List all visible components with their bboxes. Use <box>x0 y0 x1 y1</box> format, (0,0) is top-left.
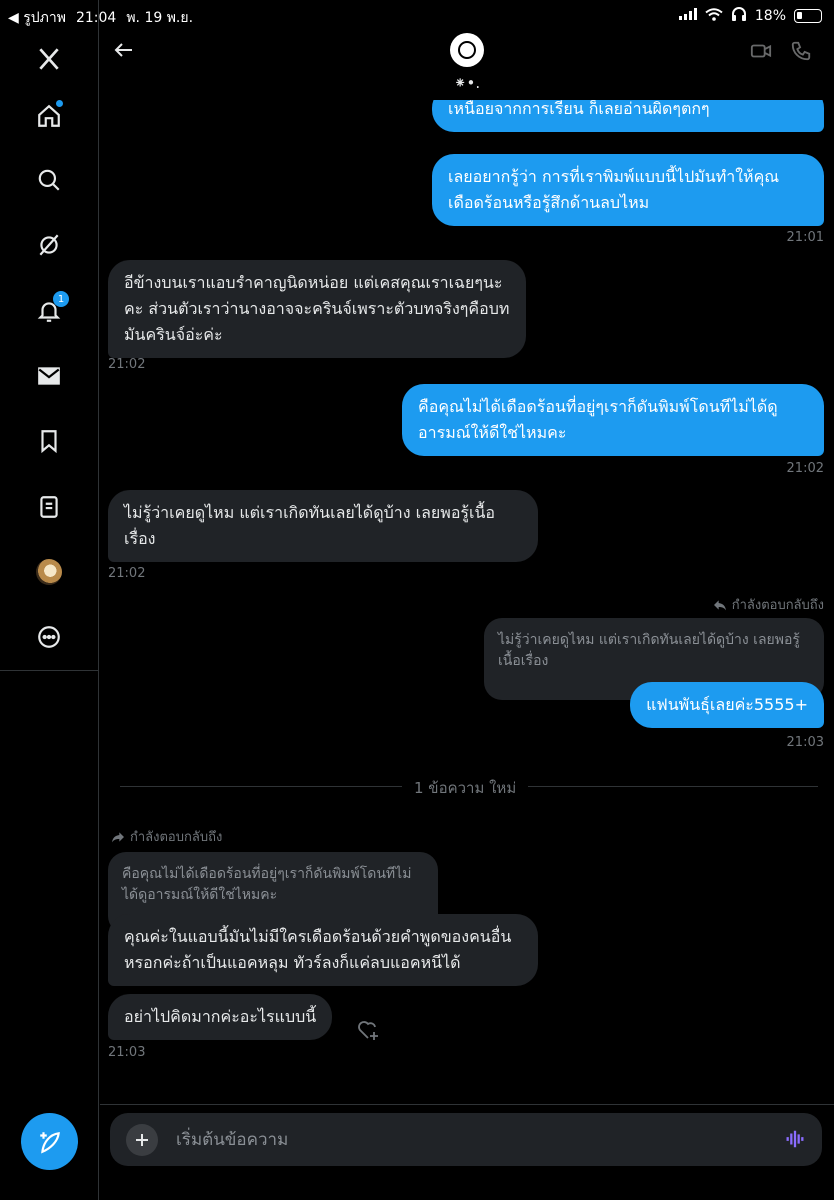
reply-indicator-text: กำลังตอบกลับถึง <box>731 598 824 613</box>
reply-arrow-icon <box>112 831 124 842</box>
sidebar-item-grok[interactable] <box>33 229 65 261</box>
reply-indicator: กำลังตอบกลับถึง <box>110 826 222 847</box>
sidebar-item-search[interactable] <box>33 164 65 196</box>
x-logo-icon[interactable] <box>33 43 65 75</box>
message-bubble-received[interactable]: อย่าไปคิดมากค่ะอะไรแบบนี้ <box>108 994 333 1040</box>
message-composer <box>110 1113 822 1166</box>
message-text: คือคุณไม่ได้เดือดร้อนที่อยู่ๆเราก็ดันพิม… <box>418 397 778 442</box>
composer-divider <box>100 1104 834 1105</box>
quoted-message-text: คือคุณไม่ได้เดือดร้อนที่อยู่ๆเราก็ดันพิม… <box>122 866 412 903</box>
message-timestamp: 21:02 <box>786 461 824 476</box>
message-text: เหนื่อยจากการเรียน ก็เลยอ่านผิดๆตกๆ <box>448 100 710 118</box>
heart-plus-icon <box>358 1021 378 1040</box>
reply-indicator: กำลังตอบกลับถึง <box>712 594 824 615</box>
message-bubble-received[interactable]: คุณค่ะในแอบนี้มันไม่มีใครเดือดร้อนด้วยคำ… <box>108 914 538 986</box>
add-media-button[interactable] <box>126 1124 158 1156</box>
arrow-left-icon <box>114 43 132 57</box>
message-bubble-sent[interactable]: คือคุณไม่ได้เดือดร้อนที่อยู่ๆเราก็ดันพิม… <box>402 384 824 456</box>
sidebar-item-lists[interactable] <box>33 491 65 523</box>
sidebar-item-bookmarks[interactable] <box>33 425 65 457</box>
video-camera-icon <box>750 44 772 58</box>
sidebar-item-more[interactable] <box>33 621 65 653</box>
wifi-icon <box>705 7 723 25</box>
notifications-badge: 1 <box>53 291 69 307</box>
conversation-avatar[interactable] <box>450 33 484 67</box>
grok-icon <box>39 234 59 256</box>
sidebar-divider <box>0 670 99 671</box>
reply-arrow-icon <box>713 599 726 610</box>
message-bubble-received[interactable]: อีข้างบนเราแอบรำคาญนิดหน่อย แต่เคสคุณเรา… <box>108 260 526 358</box>
reply-indicator-text: กำลังตอบกลับถึง <box>130 830 223 845</box>
compose-post-button[interactable] <box>21 1113 78 1170</box>
message-bubble-sent[interactable]: เหนื่อยจากการเรียน ก็เลยอ่านผิดๆตกๆ <box>432 100 824 132</box>
bookmark-icon <box>41 430 57 454</box>
plus-icon <box>136 1134 148 1146</box>
message-timestamp: 21:02 <box>108 566 146 581</box>
new-messages-divider-line <box>528 786 818 787</box>
sidebar-item-notifications[interactable]: 1 <box>33 291 69 327</box>
status-date: พ. 19 พ.ย. <box>126 10 194 26</box>
mail-icon <box>38 367 60 385</box>
new-messages-divider-line <box>120 786 402 787</box>
voice-message-button[interactable] <box>784 1128 806 1150</box>
video-call-button[interactable] <box>750 40 772 62</box>
battery-percent: 18% <box>754 8 786 24</box>
message-timestamp: 21:03 <box>786 735 824 750</box>
message-bubble-received[interactable]: ไม่รู้ว่าเคยดูไหม แต่เราเกิดทันเลยได้ดูบ… <box>108 490 538 562</box>
list-icon <box>40 496 58 518</box>
message-timestamp: 21:02 <box>108 357 146 372</box>
headphones-icon <box>731 7 747 25</box>
phone-icon <box>791 41 811 61</box>
message-thread: เหนื่อยจากการเรียน ก็เลยอ่านผิดๆตกๆ เลยอ… <box>100 100 834 1105</box>
compose-icon <box>39 1131 60 1153</box>
message-text: คุณค่ะในแอบนี้มันไม่มีใครเดือดร้อนด้วยคำ… <box>124 927 512 972</box>
sidebar-item-profile[interactable] <box>33 556 65 588</box>
conversation-header: ⁕•. <box>100 30 834 100</box>
search-icon <box>38 169 60 191</box>
message-text: เลยอยากรู้ว่า การที่เราพิมพ์แบบนี้ไปมันท… <box>448 167 780 212</box>
message-input[interactable] <box>176 1125 756 1155</box>
battery-icon <box>794 9 822 23</box>
message-text: ไม่รู้ว่าเคยดูไหม แต่เราเกิดทันเลยได้ดูบ… <box>124 503 496 548</box>
sidebar-nav: 1 <box>0 0 99 1200</box>
quoted-message-text: ไม่รู้ว่าเคยดูไหม แต่เราเกิดทันเลยได้ดูบ… <box>498 632 800 669</box>
avatar-face-icon <box>458 41 476 59</box>
more-icon <box>38 626 60 648</box>
message-text: แฟนพันธุ์เลยค่ะ5555+ <box>646 695 808 714</box>
new-messages-divider: 1 ข้อความ ใหม่ <box>414 779 517 797</box>
status-bar: ◀ รูปภาพ 21:04 พ. 19 พ.ย. 18% <box>0 0 834 32</box>
message-text: อย่าไปคิดมากค่ะอะไรแบบนี้ <box>124 1007 317 1026</box>
sidebar-item-messages[interactable] <box>33 360 65 392</box>
signal-icon <box>678 8 697 24</box>
home-unread-dot <box>56 100 63 107</box>
add-reaction-button[interactable] <box>356 1018 380 1042</box>
conversation-name[interactable]: ⁕•. <box>420 74 514 92</box>
voice-wave-icon <box>786 1130 804 1148</box>
message-text: อีข้างบนเราแอบรำคาญนิดหน่อย แต่เคสคุณเรา… <box>124 273 510 344</box>
message-bubble-sent[interactable]: แฟนพันธุ์เลยค่ะ5555+ <box>630 682 824 728</box>
message-timestamp: 21:03 <box>108 1045 146 1060</box>
voice-call-button[interactable] <box>790 40 812 62</box>
sidebar-item-home[interactable] <box>33 100 65 132</box>
profile-avatar <box>36 559 62 585</box>
back-button[interactable] <box>112 38 136 62</box>
message-bubble-sent[interactable]: เลยอยากรู้ว่า การที่เราพิมพ์แบบนี้ไปมันท… <box>432 154 824 226</box>
message-timestamp: 21:01 <box>786 230 824 245</box>
